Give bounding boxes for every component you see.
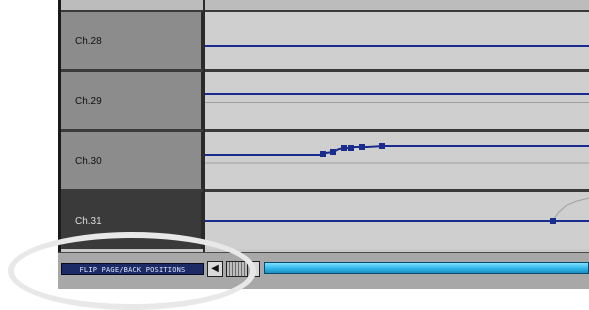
track-ch31[interactable] xyxy=(205,192,589,249)
channel-label-text: Ch.30 xyxy=(75,156,102,167)
label-column-divider xyxy=(203,0,205,252)
timeline-position-bar[interactable] xyxy=(264,262,589,274)
envelope-graph xyxy=(205,197,589,222)
channel-label-ch31[interactable]: Ch.31 xyxy=(61,192,203,249)
lane-ch31[interactable]: Ch.31 xyxy=(61,192,589,249)
scroll-track-end[interactable] xyxy=(250,261,260,277)
track-ch30[interactable] xyxy=(205,132,589,189)
envelope-node[interactable] xyxy=(330,149,336,155)
scroll-thumb[interactable] xyxy=(226,261,248,277)
envelope-line[interactable] xyxy=(205,45,589,47)
channel-label-ch29[interactable]: Ch.29 xyxy=(61,72,203,129)
envelope-node[interactable] xyxy=(359,144,365,150)
reference-line xyxy=(205,102,589,103)
reference-curve xyxy=(552,197,589,221)
arrow-left-icon[interactable]: ◀ xyxy=(207,261,223,277)
flip-page-back-positions-button[interactable]: FLIP PAGE/BACK POSITIONS xyxy=(61,263,204,275)
track-ch28[interactable] xyxy=(205,12,589,69)
envelope-node[interactable] xyxy=(550,218,556,224)
lane-ch30[interactable]: Ch.30 xyxy=(61,132,589,192)
envelope-curve xyxy=(205,145,589,156)
automation-editor: Ch.28 Ch.29 Ch.30 Ch.31 FLIP PAGE/BACK P… xyxy=(58,0,589,289)
envelope-node[interactable] xyxy=(348,145,354,151)
envelope-graph xyxy=(205,145,589,164)
envelope-line[interactable] xyxy=(205,93,589,95)
channel-label-text: Ch.28 xyxy=(75,36,102,47)
channel-label-ch30[interactable]: Ch.30 xyxy=(61,132,203,189)
lane-ch29[interactable]: Ch.29 xyxy=(61,72,589,132)
channel-label-text: Ch.31 xyxy=(75,216,102,227)
envelope-node[interactable] xyxy=(341,145,347,151)
track-ch29[interactable] xyxy=(205,72,589,129)
envelope-node[interactable] xyxy=(320,151,326,157)
envelope-node[interactable] xyxy=(379,143,385,149)
channel-label-ch28[interactable]: Ch.28 xyxy=(61,12,203,69)
status-bar: FLIP PAGE/BACK POSITIONS ◀ xyxy=(58,252,589,289)
lane-ch28[interactable]: Ch.28 xyxy=(61,12,589,72)
header-strip xyxy=(58,0,589,12)
channel-label-text: Ch.29 xyxy=(75,96,102,107)
